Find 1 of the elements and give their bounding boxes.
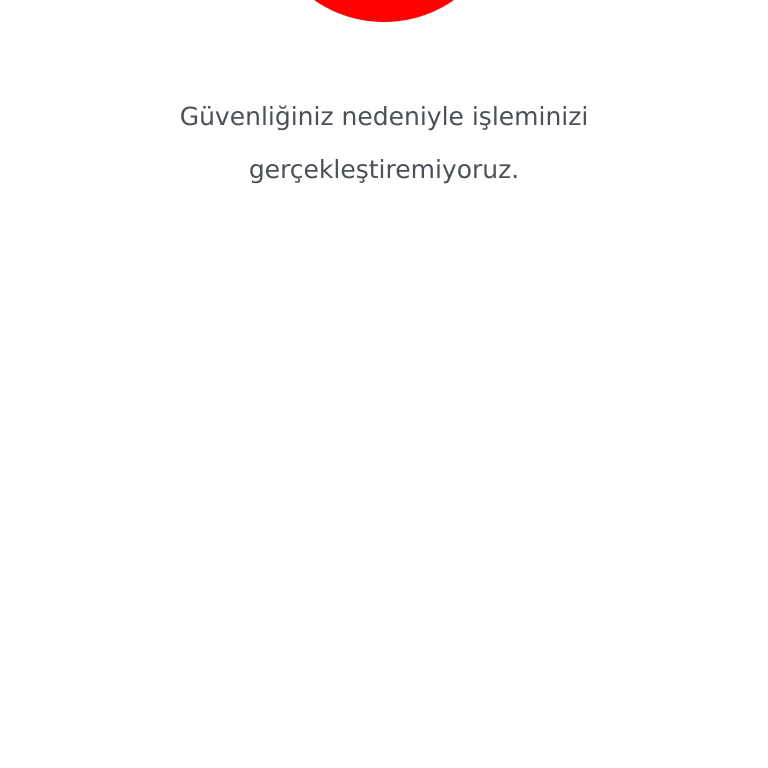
- error-message: Güvenliğiniz nedeniyle işleminizi gerçekleştiremiyoruz.: [178, 101, 590, 186]
